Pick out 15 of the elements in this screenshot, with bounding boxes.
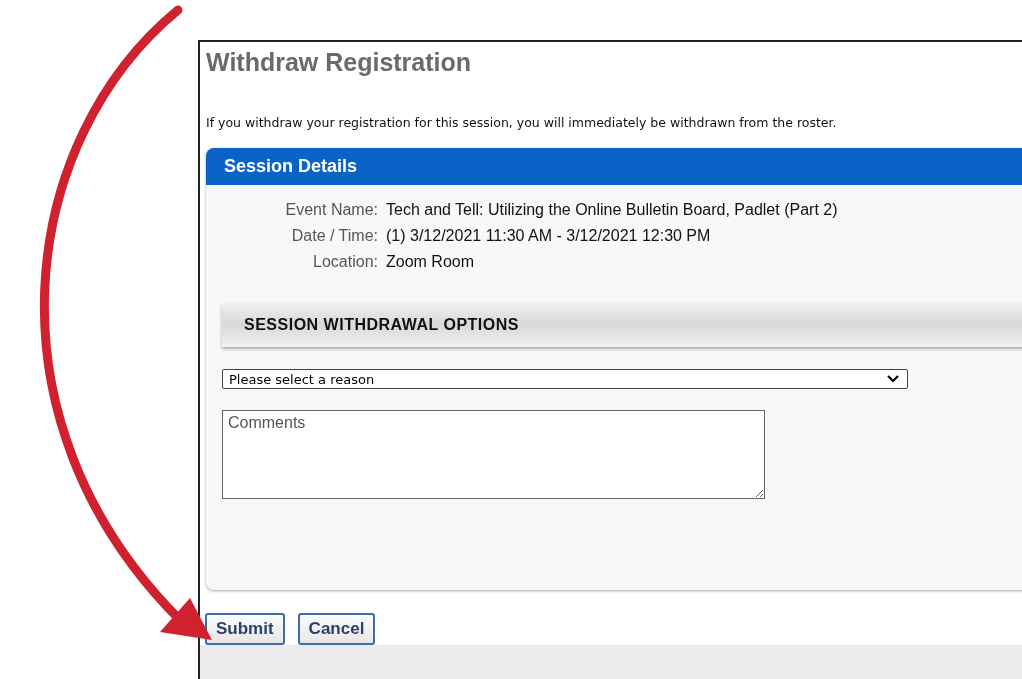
chevron-icon [887, 375, 899, 383]
cancel-button[interactable]: Cancel [297, 613, 376, 645]
panel-title: Session Details [224, 156, 358, 176]
reason-dropdown[interactable]: Please select a reason [222, 369, 908, 389]
submit-button[interactable]: Submit [205, 613, 285, 645]
comments-field[interactable]: Comments [222, 410, 765, 499]
field-label: Location: [312, 253, 378, 271]
intro-text: If you withdraw your registration for this session, you will immediately be withdrawn from the roster. [206, 115, 838, 130]
field-label: Date / Time: [290, 227, 378, 245]
section-title: SESSION WITHDRAWAL OPTIONS [244, 316, 519, 334]
field-value: Zoom Room [386, 253, 476, 271]
field-value: Tech and Tell: Utilizing the Online Bulletin Board, Padlet (Part 2) [386, 201, 838, 219]
page-title: Withdraw Registration [206, 48, 473, 77]
field-value: (1) 3/12/2021 11:30 AM - 3/12/2021 12:30 PM [386, 227, 712, 245]
field-label: Event Name: [284, 201, 378, 219]
